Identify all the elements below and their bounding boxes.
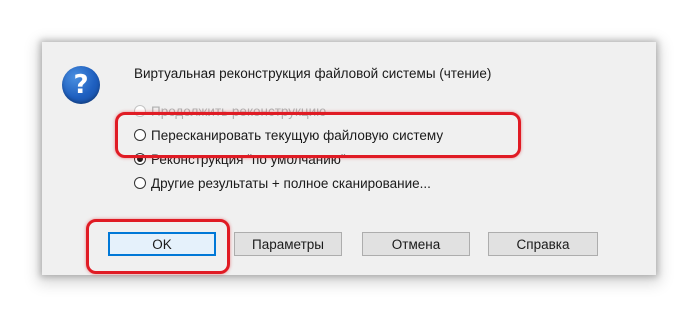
parameters-button[interactable]: Параметры [234,232,342,256]
screenshot-stage: ? Виртуальная реконструкция файловой сис… [0,0,700,317]
option-label: Продолжить реконструкцию [151,103,327,119]
ok-button[interactable]: OK [108,232,216,256]
cancel-button[interactable]: Отмена [362,232,470,256]
option-default-reconstruction[interactable]: Реконструкция "по умолчанию" [134,150,346,168]
question-icon: ? [62,66,100,104]
radio-button-selected[interactable] [134,153,146,165]
radio-button [134,105,146,117]
option-label: Другие результаты + полное сканирование.… [151,175,431,191]
radio-button[interactable] [134,129,146,141]
option-label: Реконструкция "по умолчанию" [151,151,346,167]
help-button[interactable]: Справка [488,232,598,256]
option-label: Пересканировать текущую файловую систему [151,127,444,143]
option-continue-reconstruction: Продолжить реконструкцию [134,102,326,120]
option-other-results-full-scan[interactable]: Другие результаты + полное сканирование.… [134,174,431,192]
dialog-message: Виртуальная реконструкция файловой систе… [134,66,492,81]
option-rescan-filesystem[interactable]: Пересканировать текущую файловую систему [134,126,443,144]
radio-button[interactable] [134,177,146,189]
reconstruction-dialog: ? Виртуальная реконструкция файловой сис… [42,42,656,275]
